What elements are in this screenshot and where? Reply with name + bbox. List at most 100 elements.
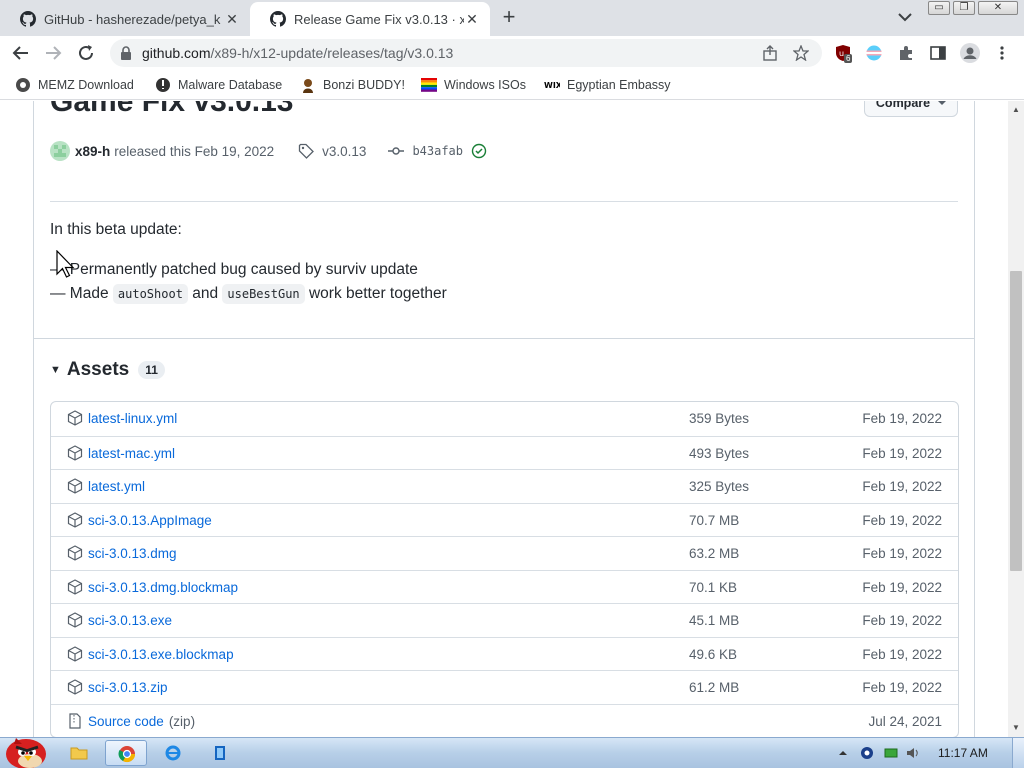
tab-search-chevron-icon[interactable] [896, 10, 914, 24]
inline-code: autoShoot [112, 284, 188, 304]
side-panel-icon[interactable] [929, 44, 947, 62]
taskbar-media[interactable] [199, 740, 241, 766]
reload-icon[interactable] [75, 42, 97, 64]
angry-bird-start-icon[interactable] [2, 728, 50, 768]
bookmark-egyptian-embassy[interactable]: WIX Egyptian Embassy [544, 77, 671, 93]
forward-arrow-icon[interactable] [42, 42, 64, 64]
chrome-menu-kebab-icon[interactable] [993, 44, 1011, 62]
asset-name: sci-3.0.13.exe.blockmap [88, 646, 234, 662]
asset-name: sci-3.0.13.exe [88, 613, 173, 628]
bookmark-label: Malware Database [178, 78, 283, 92]
tab-close-icon[interactable]: ✕ [464, 11, 480, 28]
github-icon [20, 11, 36, 27]
verified-check-icon[interactable] [471, 143, 487, 159]
close-window-button[interactable]: ✕ [978, 1, 1018, 15]
tag-link[interactable]: v3.0.13 [322, 144, 366, 159]
tag-icon [298, 143, 315, 159]
identicon-icon [54, 145, 66, 157]
asset-name: latest-mac.yml [88, 445, 176, 461]
tab-close-icon[interactable]: ✕ [224, 11, 240, 28]
package-icon [67, 478, 83, 494]
taskbar-chrome[interactable] [105, 740, 147, 766]
author-link[interactable]: x89-h [75, 144, 110, 159]
asset-row: Source code (zip) Jul 24, 2021 [51, 703, 958, 738]
file-zip-icon [69, 712, 81, 729]
divider [34, 338, 974, 339]
lock-icon[interactable] [120, 46, 132, 60]
compare-button[interactable]: Compare [864, 101, 958, 117]
caret-down-icon [938, 101, 947, 105]
bookmark-memz[interactable]: MEMZ Download [15, 77, 134, 93]
github-icon [270, 11, 286, 27]
avatar[interactable] [50, 141, 70, 161]
bookmark-label: Egyptian Embassy [567, 78, 671, 92]
tray-volume-icon[interactable] [906, 746, 920, 760]
media-player-icon [215, 746, 225, 760]
asset-link[interactable]: latest.yml [88, 479, 145, 494]
asset-date: Feb 19, 2022 [862, 479, 942, 494]
bonzi-icon [303, 79, 313, 93]
asset-link[interactable]: sci-3.0.13.dmg.blockmap [88, 580, 238, 595]
asset-row: latest.yml 325 Bytes Feb 19, 2022 [51, 469, 958, 503]
restore-button[interactable]: ❐ [953, 1, 975, 15]
package-icon [67, 444, 83, 461]
asset-link[interactable]: sci-3.0.13.exe.blockmap [88, 647, 234, 662]
asset-size: 493 Bytes [689, 445, 750, 461]
asset-name: sci-3.0.13.AppImage [88, 512, 212, 528]
internet-explorer-icon [165, 745, 181, 761]
asset-link[interactable]: sci-3.0.13.zip [88, 680, 168, 695]
taskbar-explorer[interactable] [58, 740, 100, 766]
asset-row: sci-3.0.13.exe.blockmap 49.6 KB Feb 19, 20… [51, 636, 958, 671]
asset-name: sci-3.0.13.dmg [88, 546, 177, 561]
asset-link[interactable]: sci-3.0.13.AppImage [88, 513, 212, 528]
url-path: /x89-h/x12-update/releases/tag/v3.0.13 [210, 45, 454, 61]
asset-size: 45.1 MB [689, 613, 740, 628]
assets-heading: Assets [66, 359, 130, 380]
show-desktop-button[interactable] [1012, 738, 1024, 768]
bookmark-star-icon[interactable] [793, 45, 809, 61]
assets-list: latest-linux.yml 359 Bytes Feb 19, 2022 lat… [50, 401, 959, 737]
bookmark-malware-database[interactable]: Malware Database [155, 77, 282, 93]
commit-link[interactable]: b43afab [412, 144, 463, 158]
bookmark-windows-isos[interactable]: Windows ISOs [421, 77, 526, 93]
asset-link[interactable]: Source code (zip) [88, 714, 195, 729]
release-title: Game Fix v3.0.13 [50, 101, 294, 118]
taskbar-clock[interactable]: 11:17 AM [938, 746, 988, 760]
minimize-button[interactable]: ▭ [928, 1, 950, 15]
url-text[interactable]: github.com/x89-h/x12-update/releases/tag… [142, 45, 453, 61]
asset-link[interactable]: sci-3.0.13.exe [88, 613, 172, 628]
asset-link[interactable]: sci-3.0.13.dmg [88, 546, 177, 561]
tray-expand-icon[interactable] [836, 746, 850, 760]
bookmark-label: MEMZ Download [38, 78, 134, 92]
asset-date: Feb 19, 2022 [862, 445, 942, 461]
scroll-down-arrow-icon[interactable]: ▼ [1008, 721, 1024, 735]
ublock-extension[interactable]: u 6 [834, 44, 853, 63]
asset-date: Feb 19, 2022 [862, 411, 942, 426]
vertical-scrollbar[interactable]: ▲ ▼ [1008, 101, 1024, 737]
bookmark-bonzi-buddy[interactable]: Bonzi BUDDY! [300, 77, 405, 93]
tray-chrome-icon[interactable] [860, 746, 874, 760]
asset-size: 70.1 KB [689, 579, 738, 595]
asset-link[interactable]: latest-mac.yml [88, 446, 175, 461]
taskbar-ie[interactable] [152, 740, 194, 766]
address-bar[interactable]: github.com/x89-h/x12-update/releases/tag… [110, 39, 822, 67]
asset-link[interactable]: latest-linux.yml [88, 411, 177, 426]
scrollbar-thumb[interactable] [1010, 271, 1022, 571]
new-tab-button[interactable]: + [498, 6, 520, 28]
asset-row: sci-3.0.13.zip 61.2 MB Feb 19, 2022 [51, 670, 958, 704]
asset-name: latest-linux.yml [88, 411, 178, 426]
back-arrow-icon[interactable] [10, 42, 32, 64]
asset-date: Jul 24, 2021 [868, 713, 942, 729]
tab-github-petya[interactable]: GitHub - hasherezade/petya_k ✕ [0, 2, 250, 36]
tab-release[interactable]: Release Game Fix v3.0.13 · x89 ✕ [250, 2, 490, 36]
compare-label: Compare [875, 101, 931, 110]
assets-toggle[interactable]: ▼ Assets 11 [50, 359, 165, 381]
tray-network-icon[interactable] [884, 746, 898, 760]
profile-avatar-icon[interactable] [960, 43, 980, 63]
scroll-up-arrow-icon[interactable]: ▲ [1008, 103, 1024, 117]
asset-row: latest-linux.yml 359 Bytes Feb 19, 2022 [51, 402, 958, 436]
chrome-icon [118, 746, 136, 763]
extensions-puzzle-icon[interactable] [897, 44, 915, 62]
share-icon[interactable] [762, 45, 778, 61]
pride-extension-icon[interactable] [865, 44, 883, 62]
